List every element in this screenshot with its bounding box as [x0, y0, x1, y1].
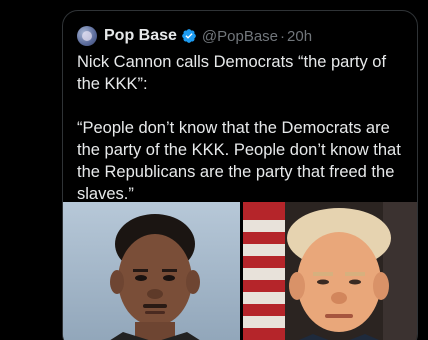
avatar-icon[interactable] — [77, 26, 97, 46]
author-handle[interactable]: @PopBase — [202, 28, 278, 45]
post-time[interactable]: 20h — [287, 28, 312, 45]
quoted-post-card[interactable]: Pop Base @PopBase · 20h Nick Cannon call… — [62, 10, 418, 340]
separator-dot: · — [280, 27, 286, 45]
post-headline: Nick Cannon calls Democrats “the party o… — [77, 53, 387, 93]
post-quote: “People don’t know that the Democrats ar… — [77, 119, 401, 203]
post-header: Pop Base @PopBase · 20h — [77, 25, 312, 47]
post-text: Nick Cannon calls Democrats “the party o… — [77, 51, 407, 205]
portrait-illustration-right — [243, 202, 417, 340]
author-name[interactable]: Pop Base — [104, 27, 177, 45]
timeline-page: Pop Base @PopBase · 20h Nick Cannon call… — [0, 0, 428, 340]
verified-badge-icon — [182, 29, 196, 43]
media-image-right[interactable] — [243, 202, 417, 340]
portrait-illustration-left — [63, 202, 240, 340]
post-media[interactable] — [63, 202, 417, 340]
media-image-left[interactable] — [63, 202, 240, 340]
